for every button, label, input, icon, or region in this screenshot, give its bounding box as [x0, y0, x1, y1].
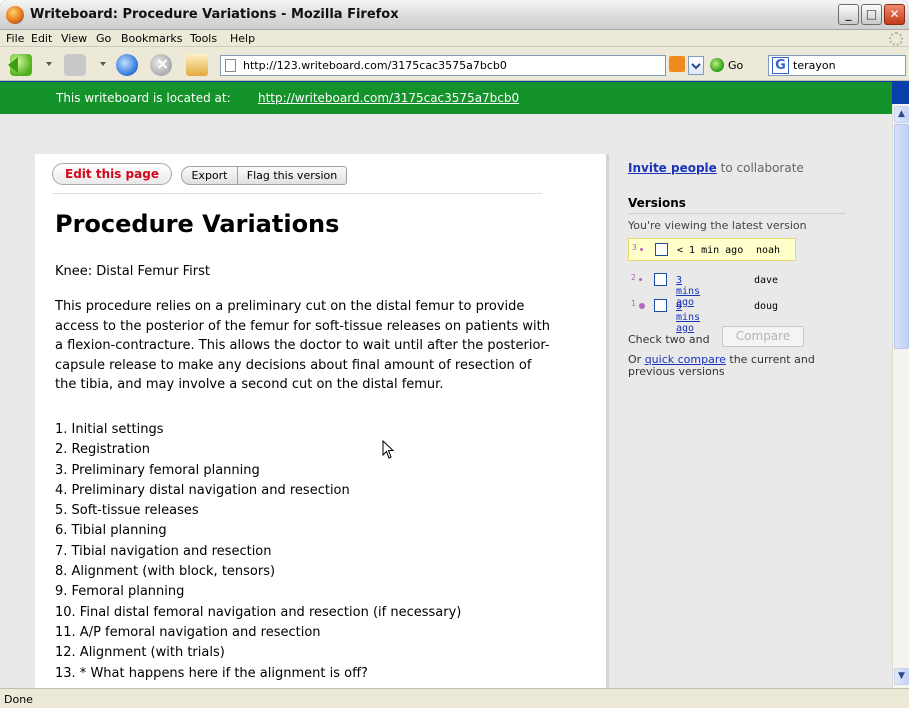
versions-heading: Versions — [628, 196, 686, 210]
title-bar: Writeboard: Procedure Variations - Mozil… — [0, 0, 909, 30]
scroll-up-icon[interactable]: ▲ — [894, 106, 909, 123]
address-dropdown-icon[interactable] — [688, 56, 704, 75]
sidebar: Invite people to collaborate Versions Yo… — [613, 114, 892, 688]
version-dot-icon — [639, 303, 645, 309]
list-item: 6. Tibial planning — [55, 523, 167, 539]
go-icon[interactable] — [710, 58, 724, 72]
page-title: Procedure Variations — [55, 210, 340, 238]
scroll-thumb[interactable] — [894, 124, 909, 349]
quick-compare-note: Or quick compare the current and previou… — [628, 354, 833, 378]
window-title: Writeboard: Procedure Variations - Mozil… — [30, 7, 399, 22]
version-dot-icon — [640, 248, 643, 251]
location-banner: This writeboard is located at: http://wr… — [0, 82, 892, 114]
steps-list: 1. Initial settings 2. Registration 3. P… — [55, 420, 461, 684]
menu-view[interactable]: View — [61, 32, 87, 45]
maximize-button[interactable]: □ — [861, 4, 882, 25]
menu-bar: File Edit View Go Bookmarks Tools Help — [0, 30, 909, 47]
menu-edit[interactable]: Edit — [31, 32, 52, 45]
version-author: noah — [756, 245, 781, 256]
list-item: 1. Initial settings — [55, 422, 164, 437]
rss-feed-icon[interactable] — [669, 56, 685, 72]
menu-tools[interactable]: Tools — [190, 32, 217, 45]
banner-link[interactable]: http://writeboard.com/3175cac3575a7bcb0 — [258, 91, 519, 105]
list-item: 2. Registration — [55, 442, 150, 458]
version-row: 3 < 1 min ago noah — [628, 238, 796, 261]
version-author: dave — [754, 275, 779, 286]
list-item: 5. Soft-tissue releases — [55, 503, 199, 519]
go-button[interactable]: Go — [728, 59, 743, 72]
banner-label: This writeboard is located at: — [56, 91, 231, 105]
invite-text: to collaborate — [720, 161, 804, 175]
invite-people-link[interactable]: Invite people — [628, 161, 717, 175]
mouse-cursor-icon — [382, 440, 394, 459]
list-item: 4. Preliminary distal navigation and res… — [55, 482, 350, 498]
list-item: 11. A/P femoral navigation and resection — [55, 624, 321, 640]
version-time-link[interactable]: 9 mins ago — [676, 301, 700, 334]
edit-page-button[interactable]: Edit this page — [52, 163, 172, 185]
document-subtitle: Knee: Distal Femur First — [55, 264, 210, 279]
invite-row: Invite people to collaborate — [628, 161, 804, 175]
list-item: 13. * What happens here if the alignment… — [55, 665, 368, 681]
versions-divider — [628, 213, 846, 214]
document-paragraph: This procedure relies on a preliminary c… — [55, 299, 551, 392]
back-dropdown-icon[interactable] — [46, 62, 52, 66]
page-content: Edit this page Export Flag this version … — [0, 114, 892, 688]
menu-go[interactable]: Go — [96, 32, 111, 45]
search-input[interactable]: terayon — [793, 59, 836, 72]
address-bar[interactable]: http://123.writeboard.com/3175cac3575a7b… — [220, 55, 666, 76]
address-text: http://123.writeboard.com/3175cac3575a7b… — [243, 59, 507, 72]
page-icon — [225, 59, 236, 72]
search-engine-icon[interactable]: G — [772, 57, 789, 74]
version-number: 3 — [632, 243, 637, 252]
version-dot-icon — [639, 278, 642, 281]
version-number: 2 — [631, 273, 636, 282]
menu-bookmarks[interactable]: Bookmarks — [121, 32, 182, 45]
version-checkbox[interactable] — [654, 273, 667, 286]
list-item: 3. Preliminary femoral planning — [55, 462, 260, 478]
flag-version-button[interactable]: Flag this version — [237, 166, 347, 185]
back-arrow-icon[interactable] — [8, 54, 32, 76]
chevron-down-icon — [691, 63, 701, 70]
status-text: Done — [4, 693, 33, 706]
list-item: 12. Alignment (with trials) — [55, 645, 225, 661]
stop-icon[interactable] — [150, 54, 172, 76]
version-number: 1 — [631, 299, 636, 308]
close-button[interactable]: ✕ — [884, 4, 905, 25]
document-area: Edit this page Export Flag this version … — [35, 154, 609, 688]
vertical-scrollbar[interactable]: ▲ ▼ — [892, 104, 909, 688]
forward-arrow-icon[interactable] — [64, 54, 86, 76]
status-bar: Done — [0, 688, 909, 708]
reload-icon[interactable] — [116, 54, 138, 76]
home-icon[interactable] — [186, 54, 208, 76]
version-checkbox[interactable] — [654, 299, 667, 312]
version-checkbox[interactable] — [655, 243, 668, 256]
versions-note: You're viewing the latest version — [628, 219, 807, 232]
version-time: < 1 min ago — [677, 245, 744, 256]
check-two-label: Check two and — [628, 333, 710, 346]
version-author: doug — [754, 301, 779, 312]
list-item: 9. Femoral planning — [55, 584, 185, 600]
list-item: 10. Final distal femoral navigation and … — [55, 604, 462, 620]
export-button[interactable]: Export — [181, 166, 238, 185]
menu-file[interactable]: File — [6, 32, 24, 45]
scroll-down-icon[interactable]: ▼ — [894, 668, 909, 685]
throbber-icon — [889, 32, 903, 46]
forward-dropdown-icon[interactable] — [100, 62, 106, 66]
firefox-logo-icon — [6, 6, 24, 24]
compare-button[interactable]: Compare — [722, 326, 804, 347]
toolbar-divider — [52, 193, 542, 194]
search-box[interactable]: G terayon — [768, 55, 906, 76]
menu-help[interactable]: Help — [230, 32, 255, 45]
list-item: 7. Tibial navigation and resection — [55, 543, 272, 559]
list-item: 8. Alignment (with block, tensors) — [55, 564, 276, 580]
browser-window: Writeboard: Procedure Variations - Mozil… — [0, 0, 909, 708]
minimize-button[interactable]: _ — [838, 4, 859, 25]
